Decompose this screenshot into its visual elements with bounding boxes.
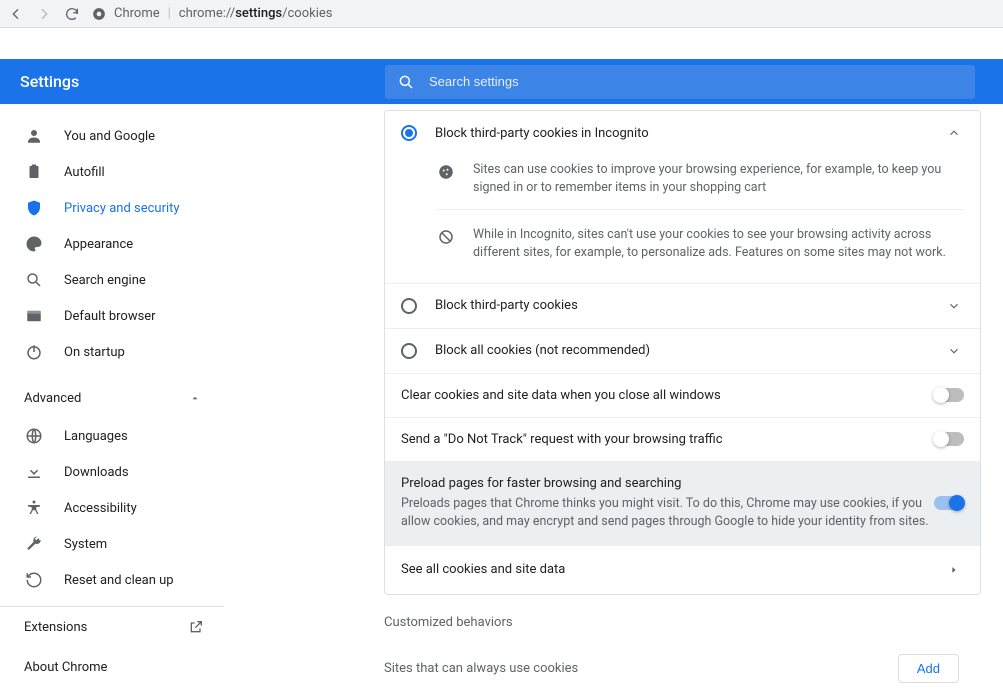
option-block-all[interactable]: Block all cookies (not recommended) — [385, 328, 980, 373]
wrench-icon — [24, 534, 44, 554]
content-panel: Block third-party cookies in Incognito S… — [224, 104, 1003, 700]
sidebar-item-extensions[interactable]: Extensions — [0, 607, 224, 647]
switch-off[interactable] — [934, 432, 964, 446]
chevron-up-icon — [944, 123, 964, 143]
address-bar[interactable]: Chrome | chrome://settings/cookies — [92, 6, 332, 21]
search-icon — [397, 73, 415, 91]
option-description: Sites can use cookies to improve your br… — [385, 155, 980, 283]
url-text: chrome://settings/cookies — [179, 6, 333, 21]
search-box[interactable] — [385, 65, 975, 99]
forward-button[interactable] — [36, 6, 52, 22]
toggle-clear-on-close[interactable]: Clear cookies and site data when you clo… — [385, 373, 980, 417]
search-input[interactable] — [429, 74, 963, 89]
globe-icon — [24, 426, 44, 446]
sidebar-item-privacy[interactable]: Privacy and security — [0, 190, 224, 226]
accessibility-icon — [24, 498, 44, 518]
back-button[interactable] — [8, 6, 24, 22]
sidebar-item-system[interactable]: System — [0, 526, 224, 562]
external-link-icon — [188, 619, 204, 635]
restore-icon — [24, 570, 44, 590]
radio-selected[interactable] — [401, 125, 417, 141]
add-button[interactable]: Add — [898, 654, 959, 683]
site-icon — [92, 7, 106, 21]
option-block-third-party[interactable]: Block third-party cookies — [385, 283, 980, 328]
power-icon — [24, 342, 44, 362]
sidebar-item-startup[interactable]: On startup — [0, 334, 224, 370]
download-icon — [24, 462, 44, 482]
chevron-right-icon — [944, 560, 964, 580]
chevron-down-icon — [944, 341, 964, 361]
shield-icon — [24, 198, 44, 218]
sidebar-item-default-browser[interactable]: Default browser — [0, 298, 224, 334]
chevron-down-icon — [944, 296, 964, 316]
toggle-preload[interactable]: Preload pages for faster browsing and se… — [385, 461, 980, 545]
sidebar-item-you-and-google[interactable]: You and Google — [0, 118, 224, 154]
radio-unselected[interactable] — [401, 298, 417, 314]
cookies-card: Block third-party cookies in Incognito S… — [384, 110, 981, 595]
cookie-icon — [437, 163, 455, 181]
sidebar: You and Google Autofill Privacy and secu… — [0, 104, 224, 700]
sidebar-item-languages[interactable]: Languages — [0, 418, 224, 454]
advanced-toggle[interactable]: Advanced — [0, 378, 224, 418]
person-icon — [24, 126, 44, 146]
palette-icon — [24, 234, 44, 254]
switch-off[interactable] — [934, 388, 964, 402]
reload-button[interactable] — [64, 6, 80, 22]
settings-header: Settings — [0, 59, 1003, 104]
site-label: Chrome — [114, 6, 160, 21]
sidebar-item-autofill[interactable]: Autofill — [0, 154, 224, 190]
browser-toolbar: Chrome | chrome://settings/cookies — [0, 0, 1003, 28]
browser-icon — [24, 306, 44, 326]
row-see-all-cookies[interactable]: See all cookies and site data — [385, 545, 980, 594]
search-icon — [24, 270, 44, 290]
sidebar-item-appearance[interactable]: Appearance — [0, 226, 224, 262]
switch-on[interactable] — [934, 496, 964, 510]
page-title: Settings — [20, 72, 365, 91]
block-icon — [437, 228, 455, 246]
sidebar-item-search-engine[interactable]: Search engine — [0, 262, 224, 298]
sidebar-item-about[interactable]: About Chrome — [0, 647, 224, 687]
radio-unselected[interactable] — [401, 343, 417, 359]
option-block-incognito[interactable]: Block third-party cookies in Incognito — [385, 111, 980, 155]
sidebar-item-downloads[interactable]: Downloads — [0, 454, 224, 490]
allow-sites-section: Sites that can always use cookies Add — [224, 634, 981, 683]
toggle-do-not-track[interactable]: Send a "Do Not Track" request with your … — [385, 417, 980, 461]
customized-behaviors-header: Customized behaviors — [224, 595, 981, 634]
sidebar-item-accessibility[interactable]: Accessibility — [0, 490, 224, 526]
clipboard-icon — [24, 162, 44, 182]
chevron-up-icon — [190, 393, 200, 403]
sidebar-item-reset[interactable]: Reset and clean up — [0, 562, 224, 598]
